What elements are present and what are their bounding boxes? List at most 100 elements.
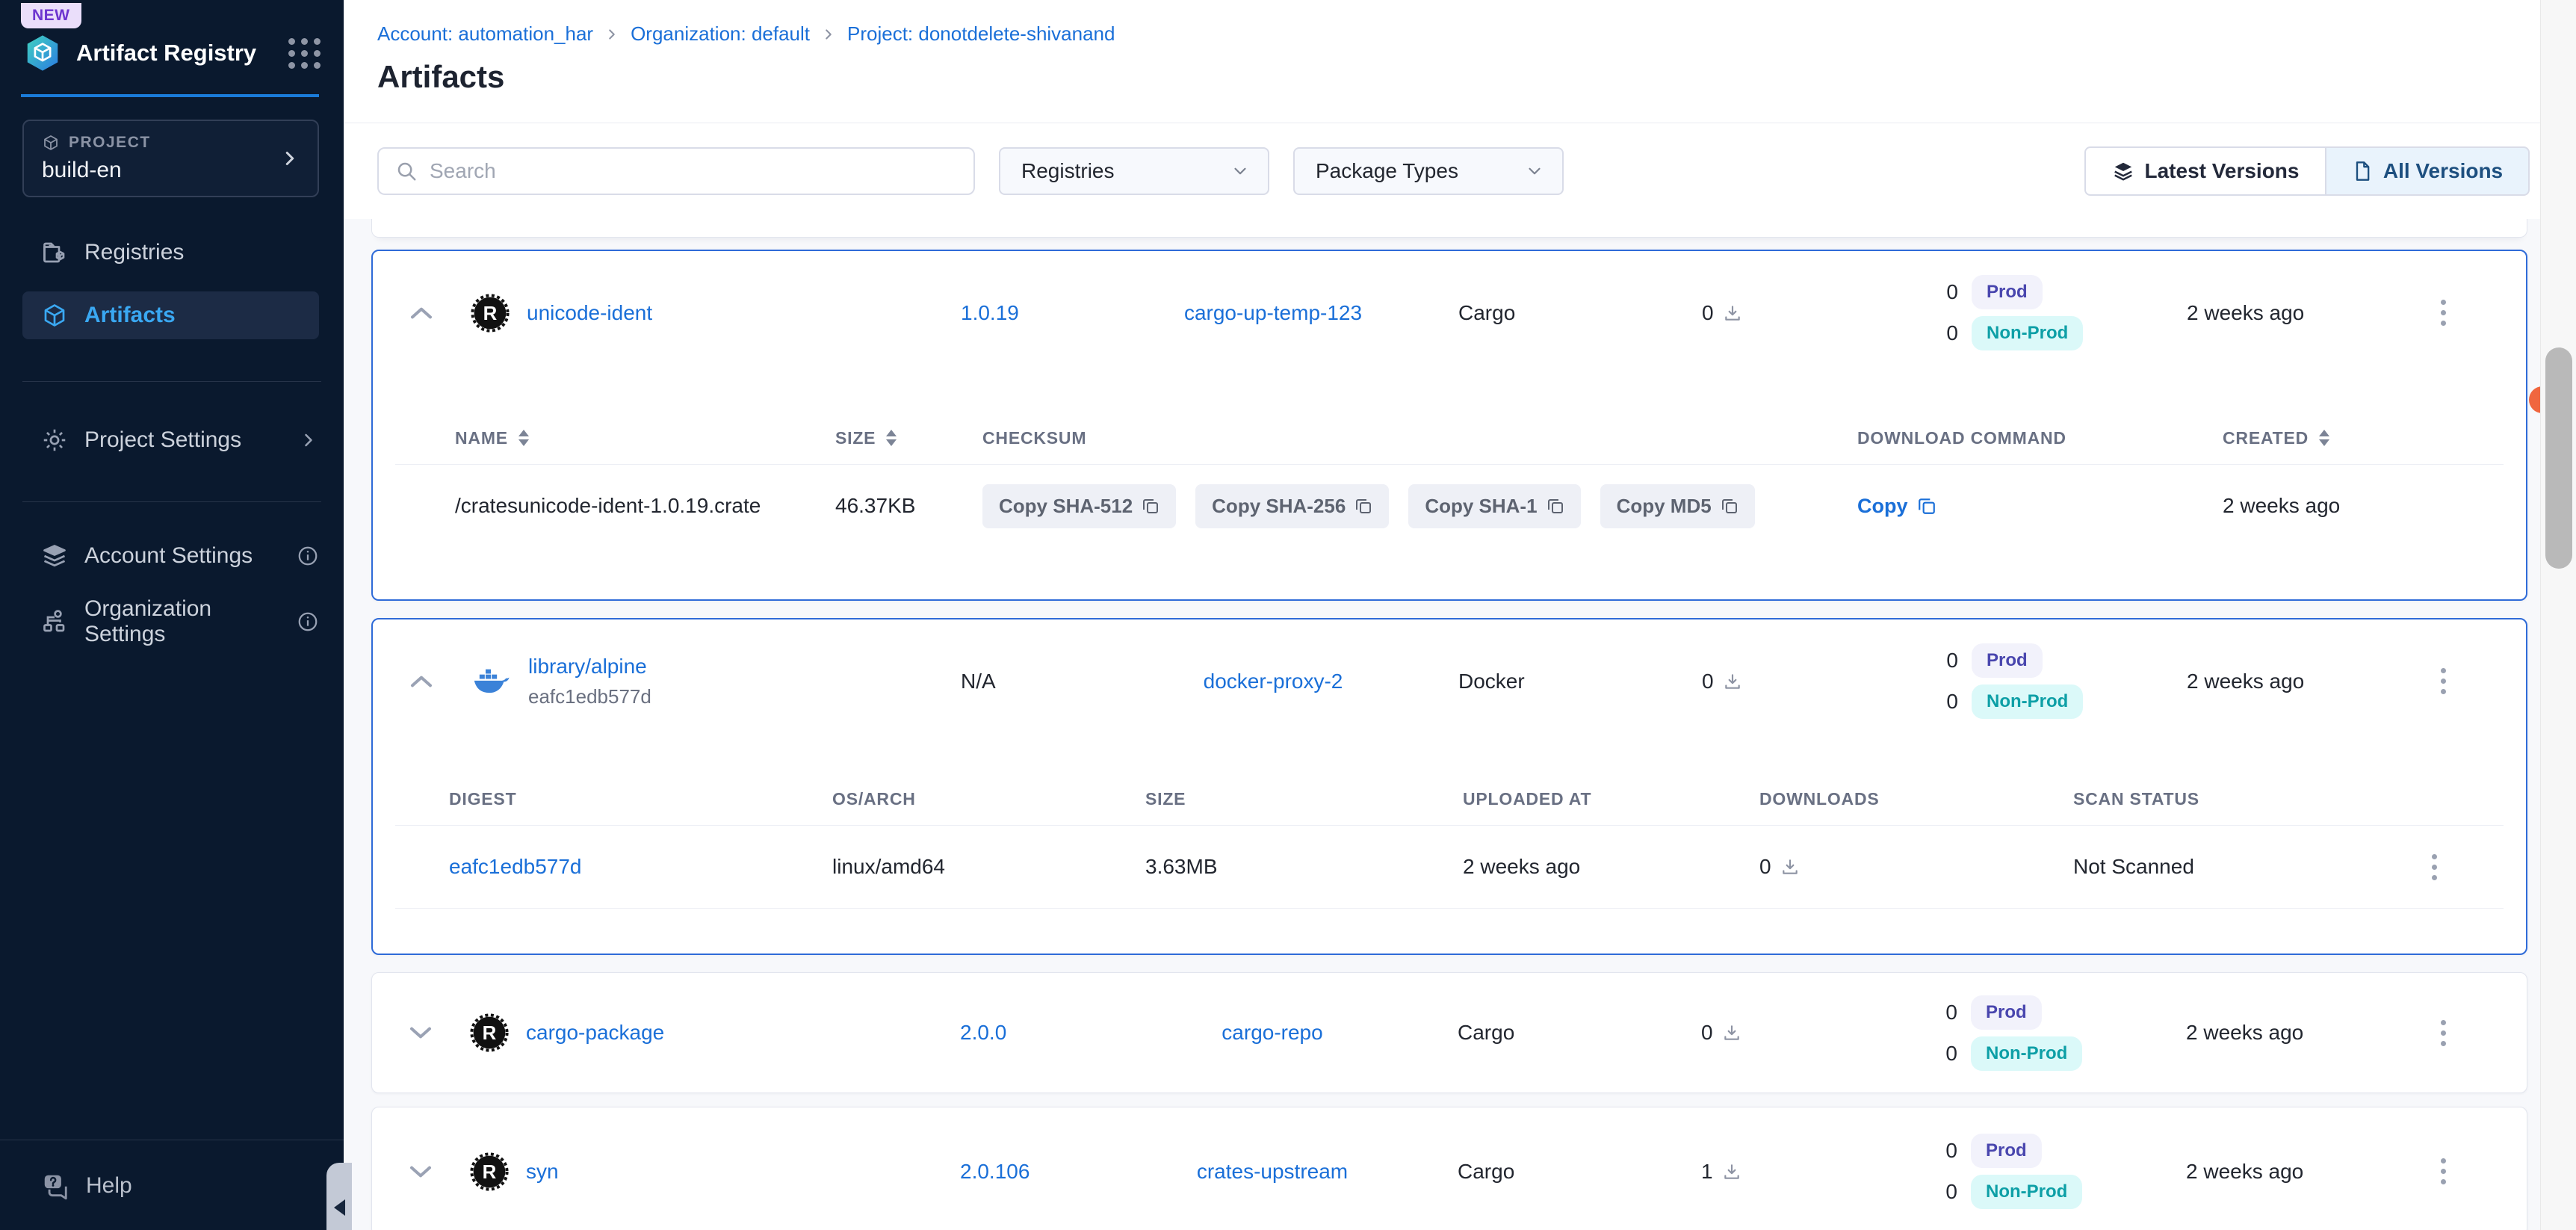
search-icon [395,160,418,182]
expand-row-button[interactable] [372,1164,469,1179]
chevron-right-icon [279,147,301,170]
copy-sha256-button[interactable]: Copy SHA-256 [1195,484,1389,528]
column-header-downloads: DOWNLOADS [1759,789,1880,809]
filter-toolbar: Registries Package Types Latest Versions [344,123,2576,219]
module-grid-menu-icon[interactable] [288,38,321,69]
registries-filter-label: Registries [1021,159,1114,183]
artifact-digest: eafc1edb577d [528,685,651,708]
artifact-row: R cargo-package 2.0.0 cargo-repo Cargo 0 [372,971,2527,1095]
artifact-registry-link[interactable]: cargo-up-temp-123 [1184,301,1362,324]
artifact-name-link[interactable]: library/alpine [528,655,647,678]
project-cube-icon [42,134,60,152]
scan-status: Not Scanned [2073,855,2372,879]
column-header-size: SIZE [835,428,876,448]
sort-icon[interactable] [886,430,897,446]
scrollbar-track[interactable] [2540,0,2576,1230]
copy-icon [1142,497,1159,515]
scrolled-row-remnant [371,219,2527,238]
artifact-name-link[interactable]: syn [526,1160,559,1184]
search-input[interactable] [430,159,959,183]
more-options-icon[interactable] [2424,847,2445,888]
rust-cargo-icon: R [470,293,510,333]
chevron-down-icon [1525,161,1544,181]
breadcrumb-account-link[interactable]: Account: automation_har [377,22,593,46]
artifact-registry-link[interactable]: cargo-repo [1222,1021,1322,1044]
all-versions-button[interactable]: All Versions [2325,146,2530,196]
copy-download-command-button[interactable]: Copy [1857,495,1936,518]
os-arch: linux/amd64 [832,855,1145,879]
artifact-row: library/alpine eafc1edb577d N/A docker-p… [373,619,2526,743]
artifact-registry-link[interactable]: crates-upstream [1197,1160,1348,1183]
sidebar-collapse-handle[interactable] [326,1163,352,1230]
scrollbar-thumb[interactable] [2545,347,2572,569]
updated-time: 2 weeks ago [2158,301,2360,325]
account-layers-icon [41,543,68,569]
copy-md5-button[interactable]: Copy MD5 [1600,484,1755,528]
project-selector[interactable]: PROJECT build-en [22,120,319,197]
rust-cargo-icon: R [469,1013,510,1053]
chevron-right-icon [604,26,620,43]
more-options-icon[interactable] [2433,1151,2453,1192]
collapse-row-button[interactable] [373,306,470,321]
collapse-row-button[interactable] [373,674,470,689]
artifact-card-cargo-package: R cargo-package 2.0.0 cargo-repo Cargo 0 [371,972,2527,1093]
brand-accent-rule [21,94,319,97]
registries-icon [41,239,68,266]
file-created: 2 weeks ago [2223,494,2496,518]
latest-versions-label: Latest Versions [2145,159,2300,183]
prod-badge: Prod [1971,995,2042,1030]
download-icon [1723,303,1742,323]
copy-sha512-button[interactable]: Copy SHA-512 [982,484,1176,528]
prod-badge: Prod [1972,275,2043,309]
sort-icon[interactable] [2319,430,2329,446]
copy-icon [1917,496,1936,516]
sidebar-item-account-settings[interactable]: Account Settings [22,532,319,580]
package-type: Cargo [1425,1021,1672,1045]
sort-icon[interactable] [518,430,529,446]
latest-versions-button[interactable]: Latest Versions [2084,146,2325,196]
column-header-checksum: CHECKSUM [982,428,1086,448]
sidebar-item-organization-settings[interactable]: Organization Settings [22,598,319,646]
expand-row-button[interactable] [372,1025,469,1040]
artifact-name-link[interactable]: unicode-ident [527,301,652,325]
breadcrumb-project-link[interactable]: Project: donotdelete-shivanand [847,22,1115,46]
chevron-down-icon [1230,161,1250,181]
artifact-version-link[interactable]: 2.0.0 [960,1021,1006,1044]
help-button[interactable]: Help [22,1172,319,1200]
artifact-version-link[interactable]: 2.0.106 [960,1160,1030,1183]
artifact-registry-link[interactable]: docker-proxy-2 [1204,670,1343,693]
docker-icon [470,661,512,702]
info-icon[interactable] [297,545,319,567]
artifact-card-syn: R syn 2.0.106 crates-upstream Cargo 1 [371,1107,2527,1230]
prod-count: 0 [1941,1001,1957,1025]
breadcrumb-organization-link[interactable]: Organization: default [631,22,810,46]
sidebar-item-registries[interactable]: Registries [22,229,319,276]
collapse-arrow-icon [334,1199,345,1216]
sidebar-item-project-settings[interactable]: Project Settings [22,416,319,464]
digest-link[interactable]: eafc1edb577d [449,855,582,878]
info-icon[interactable] [297,611,319,633]
main-content: Account: automation_har Organization: de… [344,0,2576,1230]
artifact-version-link[interactable]: 1.0.19 [961,301,1019,324]
prod-count: 0 [1941,1139,1957,1163]
download-icon [1780,857,1800,877]
help-label: Help [86,1173,132,1199]
chevron-right-icon [298,430,319,451]
copy-icon [1721,497,1739,515]
prod-count: 0 [1942,280,1958,304]
brand-row: Artifact Registry [22,33,321,73]
page-title: Artifacts [377,59,2576,95]
package-types-filter-label: Package Types [1316,159,1458,183]
sidebar: NEW Artifact Registry [0,0,344,1230]
copy-sha1-button[interactable]: Copy SHA-1 [1408,484,1580,528]
more-options-icon[interactable] [2433,292,2453,333]
registries-filter-dropdown[interactable]: Registries [999,147,1269,195]
artifact-name-link[interactable]: cargo-package [526,1021,664,1045]
package-types-filter-dropdown[interactable]: Package Types [1293,147,1564,195]
artifact-row: R unicode-ident 1.0.19 cargo-up-temp-123… [373,251,2526,374]
more-options-icon[interactable] [2433,661,2453,702]
updated-time: 2 weeks ago [2158,1160,2359,1184]
new-badge: NEW [21,3,81,28]
sidebar-item-artifacts[interactable]: Artifacts [22,291,319,339]
more-options-icon[interactable] [2433,1013,2453,1054]
